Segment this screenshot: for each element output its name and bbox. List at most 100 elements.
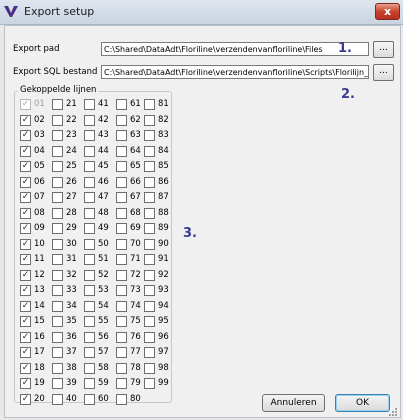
line-checkbox[interactable] xyxy=(144,207,155,219)
line-checkbox[interactable]: ✓ xyxy=(20,331,31,343)
line-checkbox[interactable] xyxy=(116,362,127,374)
line-checkbox[interactable] xyxy=(116,176,127,188)
line-checkbox[interactable] xyxy=(84,331,95,343)
line-checkbox[interactable] xyxy=(116,378,127,389)
resize-grip-icon[interactable] xyxy=(388,407,398,417)
line-checkbox[interactable] xyxy=(144,114,155,126)
export-pad-field[interactable]: C:\Shared\DataAdt\Floriline\verzendenvan… xyxy=(101,42,369,56)
line-checkbox[interactable]: ✓ xyxy=(20,393,31,405)
title-bar[interactable]: Export setup x xyxy=(0,0,403,25)
line-checkbox[interactable] xyxy=(144,285,155,296)
line-checkbox[interactable]: ✓ xyxy=(20,254,31,265)
line-checkbox[interactable] xyxy=(84,114,95,126)
line-checkbox[interactable] xyxy=(52,331,63,343)
line-checkbox[interactable] xyxy=(144,331,155,343)
line-checkbox[interactable]: ✓ xyxy=(20,269,31,281)
line-checkbox[interactable] xyxy=(52,130,63,141)
line-checkbox[interactable]: ✓ xyxy=(20,378,31,389)
line-checkbox[interactable] xyxy=(84,192,95,203)
line-checkbox[interactable] xyxy=(84,393,95,405)
line-checkbox[interactable] xyxy=(52,192,63,203)
line-checkbox[interactable]: ✓ xyxy=(20,347,31,358)
line-checkbox[interactable] xyxy=(52,347,63,358)
line-checkbox[interactable] xyxy=(116,254,127,265)
line-checkbox[interactable]: ✓ xyxy=(20,161,31,172)
close-button[interactable]: x xyxy=(375,3,400,20)
line-checkbox[interactable] xyxy=(52,223,63,234)
line-checkbox[interactable] xyxy=(116,99,127,110)
line-checkbox[interactable] xyxy=(116,161,127,172)
line-checkbox[interactable] xyxy=(52,393,63,405)
line-checkbox[interactable] xyxy=(144,176,155,188)
line-checkbox[interactable] xyxy=(116,285,127,296)
line-checkbox[interactable]: ✓ xyxy=(20,192,31,203)
ok-button[interactable]: OK xyxy=(335,394,390,412)
line-checkbox[interactable] xyxy=(116,145,127,157)
line-checkbox[interactable] xyxy=(116,130,127,141)
line-checkbox[interactable] xyxy=(144,254,155,265)
line-checkbox[interactable] xyxy=(84,130,95,141)
line-checkbox[interactable] xyxy=(144,316,155,327)
line-checkbox[interactable] xyxy=(84,300,95,312)
line-checkbox[interactable]: ✓ xyxy=(20,207,31,219)
line-checkbox[interactable] xyxy=(84,378,95,389)
line-checkbox[interactable]: ✓ xyxy=(20,176,31,188)
line-checkbox[interactable] xyxy=(144,145,155,157)
line-checkbox[interactable] xyxy=(84,176,95,188)
line-checkbox[interactable] xyxy=(144,192,155,203)
line-checkbox[interactable] xyxy=(116,207,127,219)
line-checkbox[interactable]: ✓ xyxy=(20,130,31,141)
export-sql-field[interactable]: C:\Shared\DataAdt\Floriline\verzendenvan… xyxy=(101,65,369,79)
line-checkbox[interactable] xyxy=(52,238,63,250)
line-checkbox[interactable] xyxy=(84,254,95,265)
line-checkbox[interactable] xyxy=(144,223,155,234)
line-checkbox[interactable] xyxy=(116,316,127,327)
line-checkbox[interactable] xyxy=(84,347,95,358)
line-checkbox[interactable] xyxy=(52,176,63,188)
line-checkbox[interactable] xyxy=(84,238,95,250)
line-checkbox[interactable] xyxy=(52,207,63,219)
line-checkbox[interactable] xyxy=(116,269,127,281)
line-checkbox[interactable]: ✓ xyxy=(20,300,31,312)
line-checkbox[interactable] xyxy=(84,99,95,110)
line-checkbox[interactable] xyxy=(116,192,127,203)
line-checkbox[interactable] xyxy=(84,223,95,234)
line-checkbox[interactable] xyxy=(52,269,63,281)
line-checkbox[interactable] xyxy=(144,269,155,281)
line-checkbox[interactable] xyxy=(52,300,63,312)
line-checkbox[interactable] xyxy=(144,378,155,389)
line-checkbox[interactable] xyxy=(144,347,155,358)
line-checkbox[interactable] xyxy=(52,378,63,389)
line-checkbox[interactable] xyxy=(52,254,63,265)
line-checkbox[interactable]: ✓ xyxy=(20,238,31,250)
line-checkbox[interactable] xyxy=(116,300,127,312)
line-checkbox[interactable] xyxy=(116,393,127,405)
line-checkbox[interactable]: ✓ xyxy=(20,362,31,374)
line-checkbox[interactable] xyxy=(116,114,127,126)
line-checkbox[interactable]: ✓ xyxy=(20,316,31,327)
line-checkbox[interactable] xyxy=(84,269,95,281)
line-checkbox[interactable] xyxy=(84,316,95,327)
line-checkbox[interactable] xyxy=(144,238,155,250)
line-checkbox[interactable] xyxy=(84,207,95,219)
cancel-button[interactable]: Annuleren xyxy=(262,394,325,412)
line-checkbox[interactable] xyxy=(52,114,63,126)
line-checkbox[interactable] xyxy=(84,285,95,296)
line-checkbox[interactable] xyxy=(84,145,95,157)
line-checkbox[interactable]: ✓ xyxy=(20,223,31,234)
line-checkbox[interactable] xyxy=(116,347,127,358)
line-checkbox[interactable] xyxy=(52,362,63,374)
line-checkbox[interactable] xyxy=(116,238,127,250)
line-checkbox[interactable] xyxy=(116,331,127,343)
line-checkbox[interactable] xyxy=(52,145,63,157)
line-checkbox[interactable] xyxy=(144,362,155,374)
line-checkbox[interactable] xyxy=(52,316,63,327)
line-checkbox[interactable] xyxy=(84,161,95,172)
line-checkbox[interactable] xyxy=(144,161,155,172)
line-checkbox[interactable] xyxy=(116,223,127,234)
line-checkbox[interactable] xyxy=(144,99,155,110)
export-sql-browse-button[interactable]: ... xyxy=(373,64,394,81)
line-checkbox[interactable] xyxy=(52,99,63,110)
line-checkbox[interactable]: ✓ xyxy=(20,285,31,296)
line-checkbox[interactable] xyxy=(144,130,155,141)
